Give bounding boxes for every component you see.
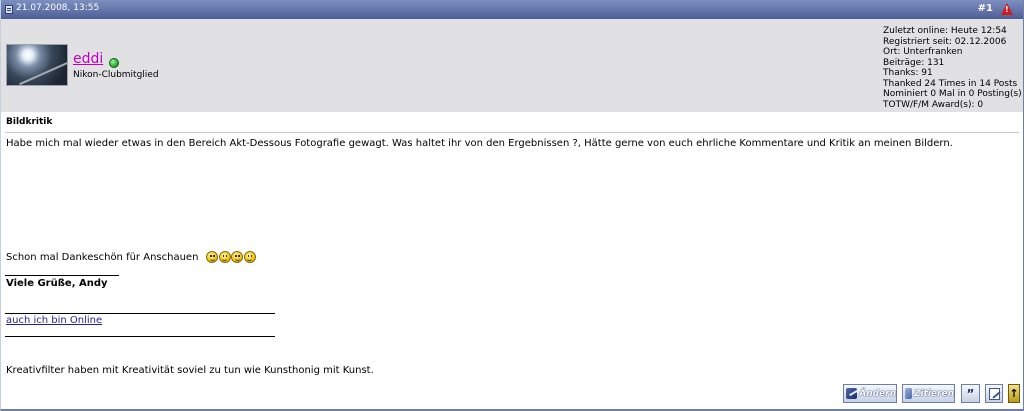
forum-post: 21.07.2008, 13:55 #1 eddi Nikon-Clubmitg… xyxy=(0,0,1024,411)
multi-quote-icon: ” xyxy=(966,386,975,401)
stat-last-online: Zuletzt online: Heute 12:54 xyxy=(883,26,1007,36)
post-header-bar: 21.07.2008, 13:55 #1 xyxy=(1,0,1023,19)
report-warning-icon[interactable] xyxy=(1001,3,1013,15)
signature-quote: Kreativfilter haben mit Kreativität sovi… xyxy=(6,365,374,376)
post-date: 21.07.2008, 13:55 xyxy=(16,3,100,13)
stat-thanked: Thanked 24 Times in 14 Posts xyxy=(883,78,1018,89)
smiley-icon xyxy=(206,251,218,263)
signature-rule-top xyxy=(5,313,275,314)
quick-reply-icon xyxy=(988,387,1000,400)
scroll-top-icon: ↑ xyxy=(1009,387,1019,400)
post-thanks-text: Schon mal Dankeschön für Anschauen xyxy=(6,252,199,263)
post-title: Bildkritik xyxy=(6,117,53,127)
stat-nominated: Nominiert 0 Mal in 0 Posting(s) xyxy=(883,89,1022,99)
stat-registered: Registriert seit: 02.12.2006 xyxy=(883,36,1007,47)
edit-button-label: Ändern xyxy=(859,388,896,399)
user-stats: Zuletzt online: Heute 12:54 Registriert … xyxy=(883,26,1022,110)
stat-awards: TOTW/F/M Award(s): 0 xyxy=(883,99,984,110)
post-message-area: Bildkritik Habe mich mal wieder etwas in… xyxy=(1,112,1023,409)
post-body-text: Habe mich mal wieder etwas in den Bereic… xyxy=(6,138,953,149)
post-doc-icon xyxy=(5,5,13,14)
username-link[interactable]: eddi xyxy=(73,51,103,67)
smiley-icon xyxy=(243,251,256,263)
signature-online-link[interactable]: auch ich bin Online xyxy=(6,315,102,326)
post-number-link[interactable]: #1 xyxy=(978,3,993,14)
edit-pen-icon xyxy=(846,388,858,399)
stat-thanks: Thanks: 91 xyxy=(883,68,933,78)
edit-button[interactable]: Ändern xyxy=(843,384,897,403)
avatar[interactable] xyxy=(6,44,68,86)
scroll-top-button[interactable]: ↑ xyxy=(1008,384,1020,403)
online-status-icon xyxy=(109,58,119,68)
user-info-panel: eddi Nikon-Clubmitglied Zuletzt online: … xyxy=(1,19,1023,112)
signature-rule-bottom xyxy=(5,336,275,337)
smiley-group xyxy=(206,251,256,263)
smiley-icon xyxy=(231,251,243,263)
stat-posts: Beiträge: 131 xyxy=(883,57,945,68)
smiley-icon xyxy=(218,251,231,263)
signature-greeting: Viele Grüße, Andy xyxy=(6,278,108,289)
quote-button-label: Zitieren xyxy=(913,388,954,399)
quote-button[interactable]: Zitieren xyxy=(902,384,955,403)
title-divider xyxy=(5,132,1019,133)
quote-icon xyxy=(905,388,912,399)
signature-divider xyxy=(5,275,119,276)
quick-reply-button[interactable] xyxy=(985,384,1003,403)
multi-quote-button[interactable]: ” xyxy=(961,384,980,403)
user-rank: Nikon-Clubmitglied xyxy=(73,70,159,80)
stat-location: Ort: Unterfranken xyxy=(883,47,963,57)
